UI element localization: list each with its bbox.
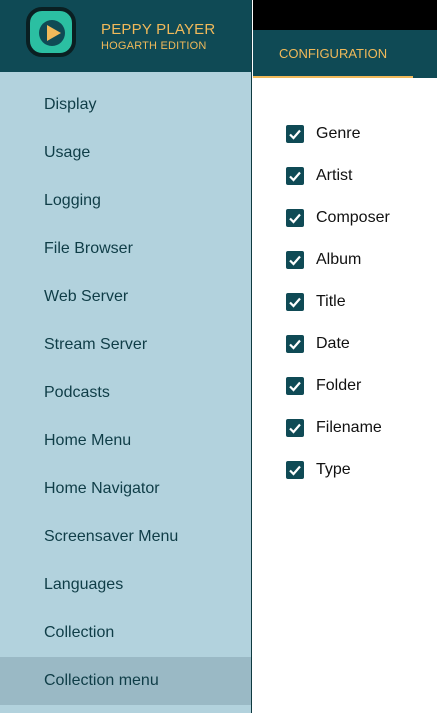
app-title: PEPPY PLAYER [101, 21, 216, 38]
option-genre[interactable]: Genre [286, 125, 360, 143]
tab-bar: CONFIGURATION [253, 30, 437, 78]
option-folder[interactable]: Folder [286, 377, 361, 395]
option-label: Genre [316, 125, 361, 142]
checkbox-checked-icon[interactable] [286, 419, 304, 437]
checkbox-checked-icon[interactable] [286, 209, 304, 227]
option-label: Type [316, 461, 351, 478]
sidebar-item-languages[interactable]: Languages [0, 561, 251, 609]
checkbox-checked-icon[interactable] [286, 461, 304, 479]
sidebar-item-web-server[interactable]: Web Server [0, 273, 251, 321]
option-filename[interactable]: Filename [286, 419, 382, 437]
sidebar-nav: Display Usage Logging File Browser Web S… [0, 81, 251, 705]
option-title[interactable]: Title [286, 293, 346, 311]
option-label: Date [316, 335, 350, 352]
sidebar: PEPPY PLAYER HOGARTH EDITION Display Usa… [0, 0, 252, 713]
sidebar-item-display[interactable]: Display [0, 81, 251, 129]
checkbox-checked-icon[interactable] [286, 167, 304, 185]
sidebar-item-collection[interactable]: Collection [0, 609, 251, 657]
sidebar-item-screensaver-menu[interactable]: Screensaver Menu [0, 513, 251, 561]
option-label: Album [316, 251, 362, 268]
option-composer[interactable]: Composer [286, 209, 390, 227]
option-label: Title [316, 293, 346, 310]
app-window: PEPPY PLAYER HOGARTH EDITION Display Usa… [0, 0, 437, 713]
sidebar-item-stream-server[interactable]: Stream Server [0, 321, 251, 369]
brand-header: PEPPY PLAYER HOGARTH EDITION [0, 0, 251, 72]
option-date[interactable]: Date [286, 335, 350, 353]
sidebar-item-logging[interactable]: Logging [0, 177, 251, 225]
option-album[interactable]: Album [286, 251, 361, 269]
sidebar-item-collection-menu[interactable]: Collection menu [0, 657, 251, 705]
checkbox-checked-icon[interactable] [286, 293, 304, 311]
sidebar-item-podcasts[interactable]: Podcasts [0, 369, 251, 417]
sidebar-item-file-browser[interactable]: File Browser [0, 225, 251, 273]
sidebar-item-usage[interactable]: Usage [0, 129, 251, 177]
checkbox-checked-icon[interactable] [286, 335, 304, 353]
sidebar-item-home-navigator[interactable]: Home Navigator [0, 465, 251, 513]
option-label: Composer [316, 209, 390, 226]
configuration-panel: Genre Artist Composer Album Title Date F… [253, 78, 437, 713]
checkbox-checked-icon[interactable] [286, 377, 304, 395]
checkbox-checked-icon[interactable] [286, 125, 304, 143]
option-label: Folder [316, 377, 362, 394]
sidebar-item-home-menu[interactable]: Home Menu [0, 417, 251, 465]
option-label: Artist [316, 167, 353, 184]
checkbox-checked-icon[interactable] [286, 251, 304, 269]
option-type[interactable]: Type [286, 461, 351, 479]
tab-configuration[interactable]: CONFIGURATION [253, 30, 413, 78]
peppy-logo-icon [26, 7, 76, 57]
option-artist[interactable]: Artist [286, 167, 352, 185]
option-label: Filename [316, 419, 382, 436]
top-bar [253, 0, 437, 30]
app-subtitle: HOGARTH EDITION [101, 40, 207, 52]
